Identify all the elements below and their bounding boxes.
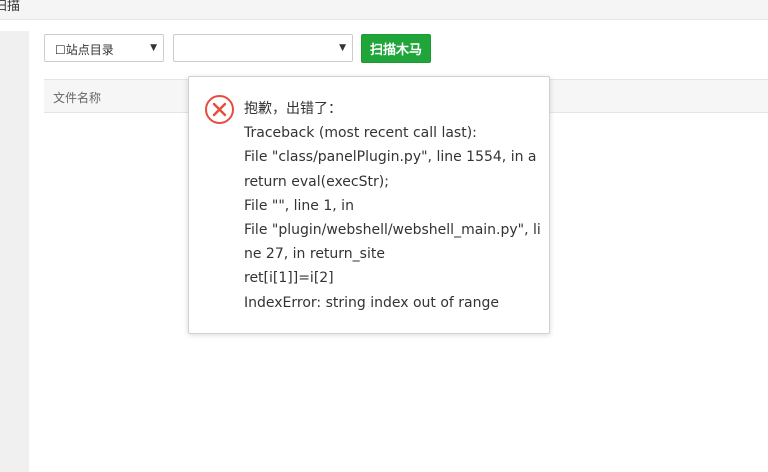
error-message: 抱歉，出错了： Traceback (most recent call last… [244,97,541,315]
error-line: File "", line 1, in [244,197,354,214]
site-select[interactable]: ▼ [173,34,353,62]
chevron-down-icon: ▼ [150,43,157,53]
site-directory-select-value: ☐站点目录 [55,43,114,57]
error-line: IndexError: string index out of range [244,294,500,311]
error-line: ne 27, in return_site [244,246,385,263]
page: 扫描 ☐站点目录 ▼ ▼ 扫描木马 文件名称 抱歉，出错了： Traceback… [0,0,768,472]
error-line: 抱歉，出错了： [244,101,342,117]
chevron-down-icon: ▼ [339,43,346,53]
x-circle-icon [205,95,234,124]
site-directory-select[interactable]: ☐站点目录 ▼ [44,34,164,62]
column-header-filename: 文件名称 [53,91,102,105]
error-line: File "plugin/webshell/webshell_main.py",… [244,222,541,239]
window-title-bar: 扫描 [0,0,768,20]
window-title: 扫描 [0,0,21,14]
error-dialog: 抱歉，出错了： Traceback (most recent call last… [188,76,550,334]
error-line: File "class/panelPlugin.py", line 1554, … [244,149,537,166]
error-line: Traceback (most recent call last): [244,125,477,142]
error-line: return eval(execStr); [244,173,389,190]
left-sidebar [0,31,29,472]
scan-trojan-button[interactable]: 扫描木马 [361,34,431,63]
error-line: ret[i[1]]=i[2] [244,270,334,287]
